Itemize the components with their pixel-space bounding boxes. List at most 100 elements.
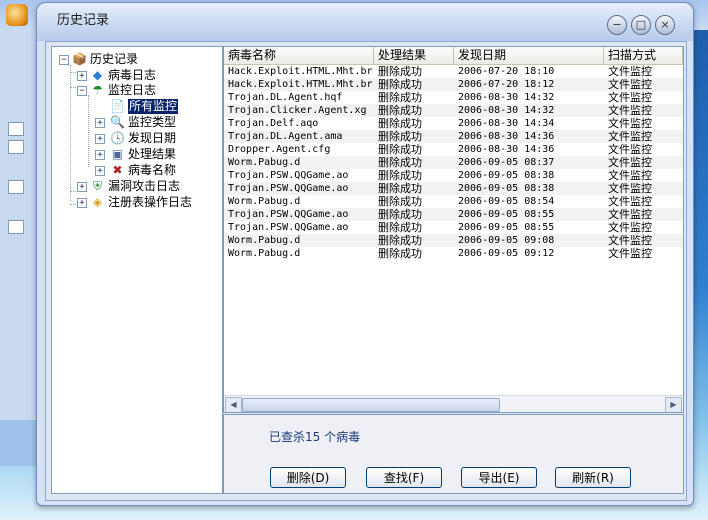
background-tree-expander [8,122,24,136]
expand-toggle[interactable]: + [77,198,87,208]
cell-found-date: 2006-07-20 18:12 [458,79,555,90]
delete-button[interactable]: 删除(D) [270,467,346,488]
export-button[interactable]: 导出(E) [461,467,537,488]
cell-result: 删除成功 [378,91,422,104]
status-text: 已查杀15 个病毒 [269,430,361,444]
cell-virus-name: Hack.Exploit.HTML.Mht.br [228,66,373,77]
expand-toggle[interactable]: + [95,118,105,128]
table-row[interactable]: Trojan.DL.Agent.hqf 删除成功 2006-08-30 14:32 文… [224,91,683,104]
table-row[interactable]: Trojan.DL.Agent.ama 删除成功 2006-08-30 14:36 文… [224,130,683,143]
cell-virus-name: Trojan.DL.Agent.hqf [228,92,343,103]
cell-found-date: 2006-09-05 08:55 [458,222,555,233]
cell-virus-name: Worm.Pabug.d [228,235,301,246]
table-row[interactable]: Hack.Exploit.HTML.Mht.br 删除成功 2006-07-20 1… [224,78,683,91]
table-row[interactable]: Trojan.PSW.QQGame.ao 删除成功 2006-09-05 08:38… [224,182,683,195]
cell-result: 删除成功 [378,104,422,117]
table-header: 病毒名称 处理结果 发现日期 扫描方式 [224,47,683,65]
expand-toggle[interactable]: + [95,150,105,160]
expand-toggle[interactable]: + [95,134,105,144]
tree-item-found-date[interactable]: + 🕓 发现日期 [94,131,218,146]
maximize-button[interactable]: □ [631,15,651,35]
cell-result: 删除成功 [378,65,422,78]
background-tree-expander [8,180,24,194]
expand-toggle[interactable]: + [77,182,87,192]
cell-result: 删除成功 [378,182,422,195]
find-button[interactable]: 查找(F) [366,467,442,488]
cell-result: 删除成功 [378,169,422,182]
cell-scan-method: 文件监控 [608,104,652,117]
table-row[interactable]: Trojan.PSW.QQGame.ao 删除成功 2006-09-05 08:55… [224,208,683,221]
table-row[interactable]: Trojan.Clicker.Agent.xg 删除成功 2006-08-30 14… [224,104,683,117]
column-header-found-date[interactable]: 发现日期 [454,47,604,64]
table-row[interactable]: Worm.Pabug.d 删除成功 2006-09-05 08:37 文件监控 [224,156,683,169]
cell-virus-name: Hack.Exploit.HTML.Mht.br [228,79,373,90]
virus-log-table[interactable]: 病毒名称 处理结果 发现日期 扫描方式 Hack.Exploit.HTML.Mh… [223,46,684,413]
cell-scan-method: 文件监控 [608,130,652,143]
expand-toggle[interactable]: + [77,71,87,81]
minimize-button[interactable]: − [607,15,627,35]
column-header-scan-method[interactable]: 扫描方式 [604,47,683,64]
column-header-virus-name[interactable]: 病毒名称 [224,47,374,64]
tree-item-virus-log[interactable]: + ◆ 病毒日志 [76,68,216,83]
table-row[interactable]: Dropper.Agent.cfg 删除成功 2006-08-30 14:36 文件监… [224,143,683,156]
tree-item-result[interactable]: + ▣ 处理结果 [94,147,218,162]
umbrella-icon: ☂ [92,83,103,97]
table-row[interactable]: Trojan.PSW.QQGame.ao 删除成功 2006-09-05 08:55… [224,221,683,234]
cell-scan-method: 文件监控 [608,195,652,208]
close-icon: × [660,18,670,31]
cell-scan-method: 文件监控 [608,182,652,195]
shield-icon: ⛨ [92,179,102,193]
cell-found-date: 2006-07-20 18:10 [458,66,555,77]
column-header-result[interactable]: 处理结果 [374,47,454,64]
tree-item-virus-name[interactable]: + ✖ 病毒名称 [94,163,218,178]
table-row[interactable]: Worm.Pabug.d 删除成功 2006-09-05 09:08 文件监控 [224,234,683,247]
cell-virus-name: Worm.Pabug.d [228,248,301,259]
cell-result: 删除成功 [378,221,422,234]
table-row[interactable]: Trojan.Delf.aqo 删除成功 2006-08-30 14:34 文件监控 [224,117,683,130]
table-row[interactable]: Worm.Pabug.d 删除成功 2006-09-05 08:54 文件监控 [224,195,683,208]
cell-found-date: 2006-08-30 14:36 [458,131,555,142]
table-row[interactable]: Trojan.PSW.QQGame.ao 删除成功 2006-09-05 08:38… [224,169,683,182]
table-row[interactable]: Hack.Exploit.HTML.Mht.br 删除成功 2006-07-20 1… [224,65,683,78]
horizontal-scrollbar[interactable]: ◀ ▶ [224,395,683,412]
cell-result: 删除成功 [378,234,422,247]
tree-item-label: 病毒名称 [128,163,177,177]
calendar-clock-icon: 🕓 [110,131,125,145]
tree-item-monitor-type[interactable]: + 🔍 监控类型 [94,115,218,130]
cell-scan-method: 文件监控 [608,247,652,260]
cell-result: 删除成功 [378,208,422,221]
tree-item-label: 监控日志 [108,83,157,97]
cell-found-date: 2006-08-30 14:34 [458,118,555,129]
expand-toggle[interactable]: + [95,166,105,176]
cell-virus-name: Trojan.PSW.QQGame.ao [228,209,349,220]
cell-result: 删除成功 [378,78,422,91]
dialog-title: 历史记录 [57,13,110,28]
tree-item-label: 处理结果 [128,147,177,161]
scrollbar-thumb[interactable] [242,398,500,412]
tree-item-exploit-log[interactable]: + ⛨ 漏洞攻击日志 [76,179,222,194]
tree-item-registry-log[interactable]: + ◈ 注册表操作日志 [76,195,222,210]
virus-log-icon: ◆ [92,68,103,82]
cell-scan-method: 文件监控 [608,208,652,221]
maximize-icon: □ [635,18,647,31]
collapse-toggle[interactable]: − [77,86,87,96]
dialog-titlebar[interactable]: 历史记录 − □ × [37,3,693,41]
cell-virus-name: Worm.Pabug.d [228,196,301,207]
history-tree[interactable]: − 📦 历史记录 + ◆ 病毒日志 − ☂ 监控日志 📄 所有监控 + 🔍 监控… [51,46,223,494]
cell-result: 删除成功 [378,130,422,143]
refresh-button[interactable]: 刷新(R) [555,467,631,488]
tree-item-all-monitors[interactable]: 📄 所有监控 [102,99,222,114]
collapse-toggle[interactable]: − [59,55,69,65]
scroll-right-icon[interactable]: ▶ [665,397,682,412]
cell-result: 删除成功 [378,143,422,156]
cell-scan-method: 文件监控 [608,169,652,182]
history-dialog: 历史记录 − □ × − 📦 历史记录 + ◆ 病毒日志 − ☂ 监控日志 📄 … [36,2,694,506]
close-button[interactable]: × [655,15,675,35]
cell-virus-name: Trojan.Delf.aqo [228,118,319,129]
tree-item-root[interactable]: − 📦 历史记录 [58,52,218,67]
scroll-left-icon[interactable]: ◀ [225,397,242,412]
table-row[interactable]: Worm.Pabug.d 删除成功 2006-09-05 09:12 文件监控 [224,247,683,260]
tree-item-monitor-log[interactable]: − ☂ 监控日志 [76,83,216,98]
cell-found-date: 2006-09-05 08:38 [458,170,555,181]
tree-item-label: 病毒日志 [108,68,157,82]
